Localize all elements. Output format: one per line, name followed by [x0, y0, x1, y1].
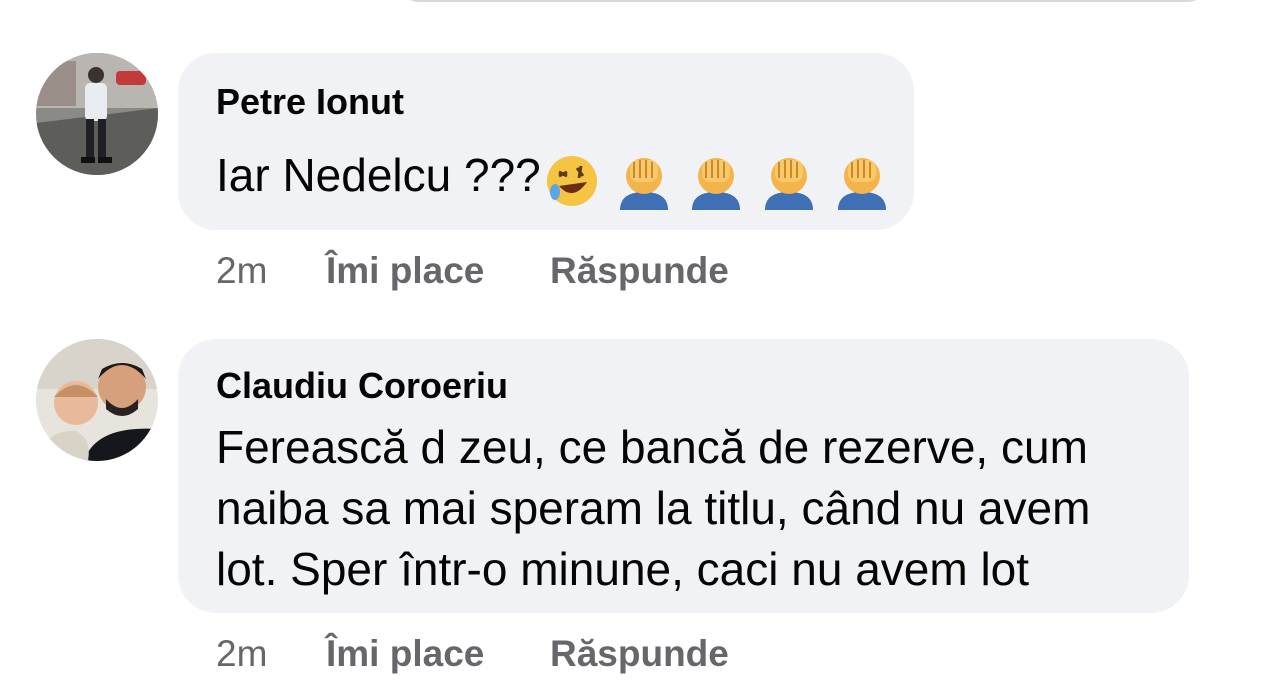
facepalm-emoji: [692, 158, 741, 211]
comment-bubble: Claudiu Coroeriu Ferească d zeu, ce banc…: [178, 339, 1189, 613]
comment-text: Iar Nedelcu ???: [216, 145, 894, 211]
rolling-on-floor-laughing-emoji: [546, 156, 597, 207]
comment-actions: 2m Îmi place Răspunde: [216, 250, 729, 292]
emoji-row: [545, 147, 894, 211]
reply-button[interactable]: Răspunde: [550, 633, 729, 675]
comment-text-line: naiba sa mai speram la titlu, când nu av…: [216, 482, 1091, 534]
comment-time[interactable]: 2m: [216, 633, 326, 675]
avatar-petre-ionut[interactable]: [36, 53, 158, 175]
reply-button[interactable]: Răspunde: [550, 250, 729, 292]
comments-page: Petre Ionut Iar Nedelcu ??? 2m Îmi place…: [0, 0, 1269, 700]
comment-time[interactable]: 2m: [216, 250, 326, 292]
comment-text: Ferească d zeu, ce bancă de rezerve, cum…: [216, 417, 1090, 600]
like-button[interactable]: Îmi place: [326, 633, 550, 675]
facepalm-emoji: [765, 158, 814, 211]
comment-bubble: Petre Ionut Iar Nedelcu ???: [178, 53, 914, 230]
comment-text-body: Iar Nedelcu ???: [216, 149, 541, 201]
comment-author[interactable]: Claudiu Coroeriu: [216, 365, 508, 407]
facepalm-emoji: [619, 158, 668, 211]
like-button[interactable]: Îmi place: [326, 250, 550, 292]
comment-author[interactable]: Petre Ionut: [216, 81, 404, 123]
avatar-claudiu-coroeriu[interactable]: [36, 339, 158, 461]
comment-text-line: Ferească d zeu, ce bancă de rezerve, cum: [216, 421, 1088, 473]
comment-text-line: lot. Sper într-o minune, caci nu avem lo…: [216, 543, 1030, 595]
comment-input-edge[interactable]: [398, 0, 1208, 2]
comment-actions: 2m Îmi place Răspunde: [216, 633, 729, 675]
facepalm-emoji: [837, 158, 886, 211]
